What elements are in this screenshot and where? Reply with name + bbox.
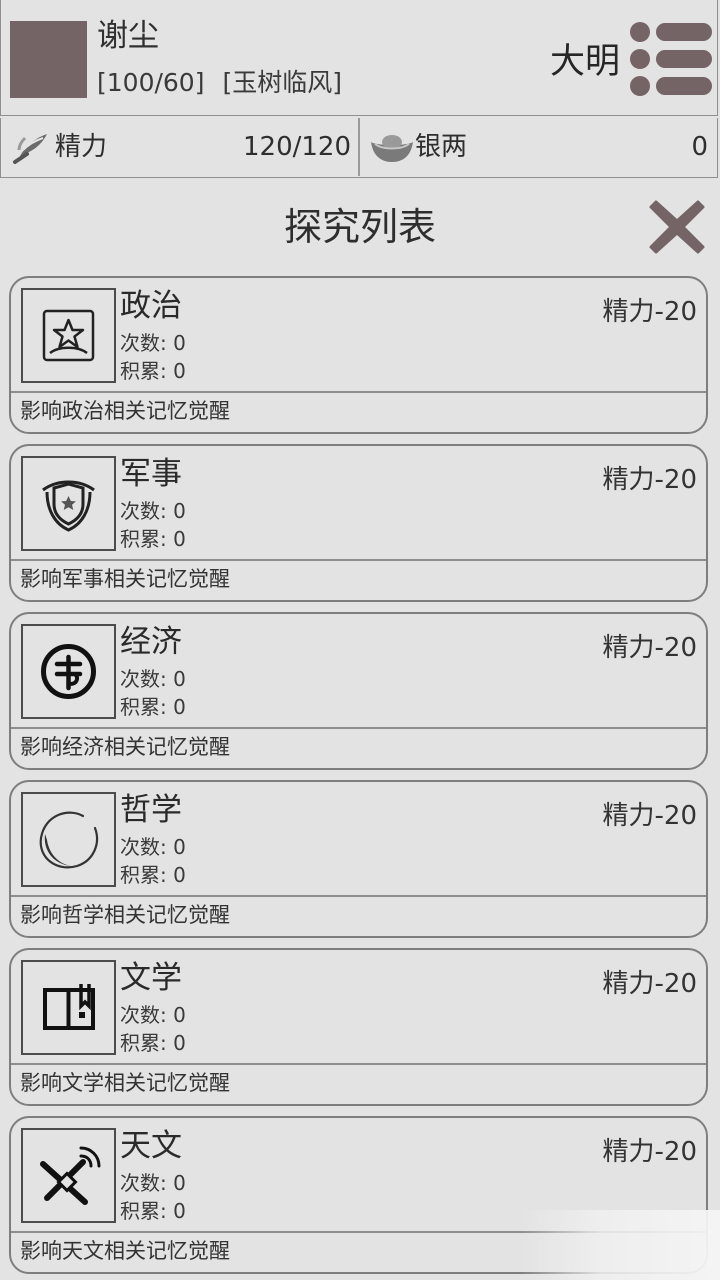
coin-icon	[41, 644, 96, 699]
research-name: 政治	[120, 288, 182, 324]
research-cost: 精力-20	[602, 297, 697, 327]
card-divider	[11, 1063, 706, 1065]
research-accumulation: 积累: 0	[120, 863, 186, 887]
research-item-politics[interactable]: 政治 次数: 0 积累: 0 精力-20 影响政治相关记忆觉醒	[9, 276, 708, 434]
feather-brush-icon	[13, 134, 47, 164]
resource-bar: 精力 120/120 银两 0	[0, 118, 718, 178]
satellite-icon	[40, 1146, 101, 1205]
research-icon-frame	[21, 1128, 116, 1223]
research-item-literature[interactable]: 文学 次数: 0 积累: 0 精力-20 影响文学相关记忆觉醒	[9, 948, 708, 1106]
research-count: 次数: 0	[120, 331, 186, 355]
research-accumulation: 积累: 0	[120, 527, 186, 551]
dynasty-label: 大明	[550, 42, 621, 82]
research-description: 影响文学相关记忆觉醒	[20, 1071, 230, 1095]
research-name: 文学	[120, 960, 182, 996]
menu-icon[interactable]	[628, 20, 714, 98]
research-icon-frame	[21, 960, 116, 1055]
research-name: 经济	[120, 624, 182, 660]
research-accumulation: 积累: 0	[120, 359, 186, 383]
research-cost: 精力-20	[602, 1137, 697, 1167]
research-accumulation: 积累: 0	[120, 1199, 186, 1223]
research-count: 次数: 0	[120, 667, 186, 691]
research-description: 影响哲学相关记忆觉醒	[20, 903, 230, 927]
research-cost: 精力-20	[602, 969, 697, 999]
card-divider	[11, 391, 706, 393]
energy-value: 120/120	[242, 132, 351, 162]
research-description: 影响军事相关记忆觉醒	[20, 567, 230, 591]
character-name: 谢尘	[97, 18, 159, 54]
enso-circle-icon	[39, 811, 99, 869]
research-cost: 精力-20	[602, 633, 697, 663]
research-count: 次数: 0	[120, 835, 186, 859]
close-icon[interactable]	[648, 198, 706, 256]
research-icon-frame	[21, 792, 116, 887]
silver-ingot-icon	[371, 135, 413, 162]
research-item-economy[interactable]: 经济 次数: 0 积累: 0 精力-20 影响经济相关记忆觉醒	[9, 612, 708, 770]
research-accumulation: 积累: 0	[120, 695, 186, 719]
character-stats: [100/60] [玉树临风]	[97, 66, 342, 100]
silver-value: 0	[691, 132, 708, 162]
character-header: 谢尘 [100/60] [玉树临风] 大明	[0, 0, 718, 116]
research-cost: 精力-20	[602, 465, 697, 495]
card-divider	[11, 727, 706, 729]
research-item-military[interactable]: 军事 次数: 0 积累: 0 精力-20 影响军事相关记忆觉醒	[9, 444, 708, 602]
panel-title: 探究列表	[283, 205, 436, 249]
research-description: 影响政治相关记忆觉醒	[20, 399, 230, 423]
research-name: 天文	[120, 1128, 182, 1164]
research-accumulation: 积累: 0	[120, 1031, 186, 1055]
card-divider	[11, 559, 706, 561]
silver-label: 银两	[415, 132, 468, 162]
watermark-overlay	[520, 1210, 720, 1280]
research-count: 次数: 0	[120, 1171, 186, 1195]
research-icon-frame	[21, 624, 116, 719]
avatar[interactable]	[10, 21, 87, 98]
energy-label: 精力	[55, 132, 108, 162]
research-icon-frame	[21, 456, 116, 551]
resource-divider	[358, 118, 360, 176]
research-name: 军事	[120, 456, 182, 492]
research-cost: 精力-20	[602, 801, 697, 831]
research-description: 影响经济相关记忆觉醒	[20, 735, 230, 759]
research-description: 影响天文相关记忆觉醒	[20, 1239, 230, 1263]
research-name: 哲学	[120, 792, 182, 828]
research-icon-frame	[21, 288, 116, 383]
star-seal-icon	[42, 309, 95, 362]
character-trait: [玉树临风]	[222, 68, 342, 97]
research-item-philosophy[interactable]: 哲学 次数: 0 积累: 0 精力-20 影响哲学相关记忆觉醒	[9, 780, 708, 938]
card-divider	[11, 895, 706, 897]
shield-emblem-icon	[42, 480, 95, 532]
research-count: 次数: 0	[120, 499, 186, 523]
book-bookmark-icon	[43, 984, 95, 1030]
research-count: 次数: 0	[120, 1003, 186, 1027]
character-age-stat: [100/60]	[97, 68, 205, 97]
